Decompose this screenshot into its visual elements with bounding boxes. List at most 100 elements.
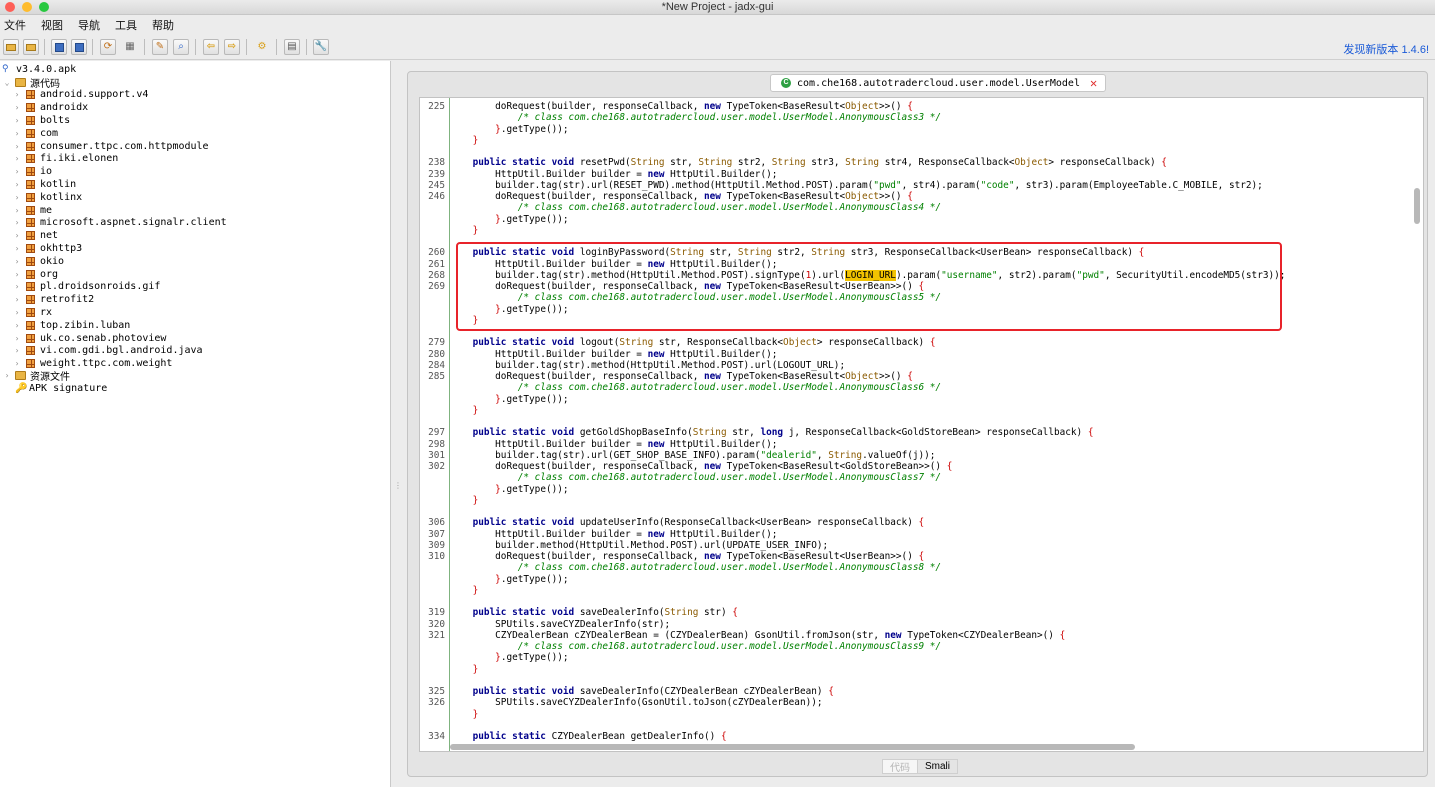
chevron-right-icon[interactable]: ›: [2, 371, 12, 380]
chevron-right-icon[interactable]: ›: [12, 103, 22, 112]
menu-tools[interactable]: 工具: [115, 17, 137, 33]
horizontal-scrollbar[interactable]: [450, 744, 1135, 750]
tree-package[interactable]: › org: [12, 268, 58, 281]
tree-package[interactable]: › kotlin: [12, 178, 77, 191]
line-number: 280: [428, 348, 445, 360]
tab-usermodel[interactable]: C com.che168.autotradercloud.user.model.…: [770, 74, 1107, 92]
code-line: }: [420, 225, 1420, 236]
tree-package[interactable]: › okhttp3: [12, 242, 83, 255]
toolbar-separator: [246, 39, 247, 55]
chevron-right-icon[interactable]: ›: [12, 218, 22, 227]
sync-icon[interactable]: ⟳: [100, 39, 116, 55]
tree-package[interactable]: › androidx: [12, 101, 89, 114]
code-text: /* class com.che168.autotradercloud.user…: [517, 202, 942, 214]
tree-source-folder[interactable]: ⌄ 源代码: [2, 76, 60, 90]
chevron-right-icon[interactable]: ›: [12, 231, 22, 240]
tree-package-label: me: [40, 204, 53, 216]
chevron-right-icon[interactable]: ›: [12, 282, 22, 291]
chevron-right-icon[interactable]: ›: [12, 193, 22, 202]
preferences-icon[interactable]: 🔧: [313, 39, 329, 55]
tree-package[interactable]: › okio: [12, 255, 65, 268]
menu-view[interactable]: 视图: [41, 17, 63, 33]
tree-package[interactable]: › rx: [12, 306, 52, 319]
tree-package[interactable]: › com: [12, 127, 58, 140]
tab-smali[interactable]: Smali: [918, 759, 959, 774]
chevron-right-icon[interactable]: ›: [12, 154, 22, 163]
chevron-right-icon[interactable]: ›: [12, 116, 22, 125]
tree-package[interactable]: › fi.iki.elonen: [12, 153, 119, 166]
package-icon: [26, 116, 35, 126]
line-number: 239: [428, 168, 445, 180]
chevron-right-icon[interactable]: ›: [12, 270, 22, 279]
tree-package[interactable]: › io: [12, 165, 52, 178]
menu-file[interactable]: 文件: [4, 17, 26, 33]
chevron-right-icon[interactable]: ›: [12, 359, 22, 368]
code-view[interactable]: 225 doRequest(builder, responseCallback,…: [419, 97, 1424, 752]
chevron-right-icon[interactable]: ›: [12, 90, 22, 99]
chevron-right-icon[interactable]: ›: [12, 206, 22, 215]
search-text-icon[interactable]: ✎: [152, 39, 168, 55]
tree-package[interactable]: › android.support.v4: [12, 89, 149, 102]
panel-splitter[interactable]: ⋮: [391, 61, 404, 787]
chevron-right-icon[interactable]: ›: [12, 180, 22, 189]
chevron-right-icon[interactable]: ›: [12, 308, 22, 317]
code-text: CZYDealerBean cZYDealerBean = (CZYDealer…: [450, 629, 1066, 641]
tree-package[interactable]: › retrofit2: [12, 293, 95, 306]
tree-package[interactable]: › pl.droidsonroids.gif: [12, 281, 161, 294]
code-text: public static void logout(String str, Re…: [472, 337, 936, 349]
tree-package[interactable]: › bolts: [12, 114, 71, 127]
add-files-icon[interactable]: [23, 39, 39, 55]
package-icon: [26, 192, 35, 202]
tree-signature-label: APK signature: [29, 382, 108, 394]
chevron-right-icon[interactable]: ›: [12, 167, 22, 176]
chevron-right-icon[interactable]: ›: [12, 334, 22, 343]
chevron-right-icon[interactable]: ›: [12, 295, 22, 304]
package-icon: [26, 333, 35, 343]
tree-resources-folder[interactable]: › 资源文件: [2, 369, 70, 383]
back-icon[interactable]: ⇦: [203, 39, 219, 55]
close-icon[interactable]: ✕: [1090, 77, 1097, 89]
menu-help[interactable]: 帮助: [152, 17, 174, 33]
line-number: 307: [428, 528, 445, 540]
chevron-right-icon[interactable]: ›: [12, 129, 22, 138]
toolbar-separator: [276, 39, 277, 55]
tree-package-label: top.zibin.luban: [40, 319, 131, 331]
save-icon[interactable]: [51, 39, 67, 55]
menu-navigation[interactable]: 导航: [78, 17, 100, 33]
tree-package[interactable]: › top.zibin.luban: [12, 319, 131, 332]
chevron-down-icon[interactable]: ⌄: [2, 78, 12, 87]
tree-package[interactable]: › consumer.ttpc.com.httpmodule: [12, 140, 209, 153]
chevron-right-icon[interactable]: ›: [12, 257, 22, 266]
save-all-icon[interactable]: [71, 39, 87, 55]
chevron-right-icon[interactable]: ›: [12, 142, 22, 151]
search-class-icon[interactable]: ⌕: [173, 39, 189, 55]
tree-package[interactable]: › microsoft.aspnet.signalr.client: [12, 217, 227, 230]
folder-icon: [15, 371, 26, 381]
tree-apk-signature[interactable]: 🔑 APK signature: [12, 382, 107, 395]
line-number: 334: [428, 731, 445, 742]
chevron-right-icon[interactable]: ›: [12, 346, 22, 355]
package-icon: [26, 167, 35, 177]
tree-package[interactable]: › net: [12, 229, 58, 242]
new-version-link[interactable]: 发现新版本 1.4.6!: [1343, 41, 1429, 57]
tree-package[interactable]: › vi.com.gdi.bgl.android.java: [12, 345, 203, 358]
chevron-right-icon[interactable]: ›: [12, 244, 22, 253]
log-icon[interactable]: ▤: [284, 39, 300, 55]
vertical-scrollbar[interactable]: [1414, 188, 1420, 224]
line-number: 279: [428, 337, 445, 349]
tab-code[interactable]: 代码: [882, 759, 918, 774]
code-line: /* class com.che168.autotradercloud.user…: [420, 202, 1420, 213]
chevron-right-icon[interactable]: ›: [12, 321, 22, 330]
tree-package[interactable]: › me: [12, 204, 52, 217]
tree-package[interactable]: › uk.co.senab.photoview: [12, 332, 167, 345]
toolbar-separator: [92, 39, 93, 55]
decompile-icon[interactable]: ⚙: [254, 39, 270, 55]
code-text: }: [472, 134, 479, 146]
editor-area: C com.che168.autotradercloud.user.model.…: [404, 61, 1435, 787]
forward-icon[interactable]: ⇨: [224, 39, 240, 55]
tree-package-label: consumer.ttpc.com.httpmodule: [40, 140, 209, 152]
tree-package[interactable]: › kotlinx: [12, 191, 83, 204]
code-text: builder.tag(str).url(GET_SHOP_BASE_INFO)…: [450, 449, 936, 461]
flatten-packages-icon[interactable]: ▦: [122, 39, 138, 55]
open-file-icon[interactable]: [3, 39, 19, 55]
